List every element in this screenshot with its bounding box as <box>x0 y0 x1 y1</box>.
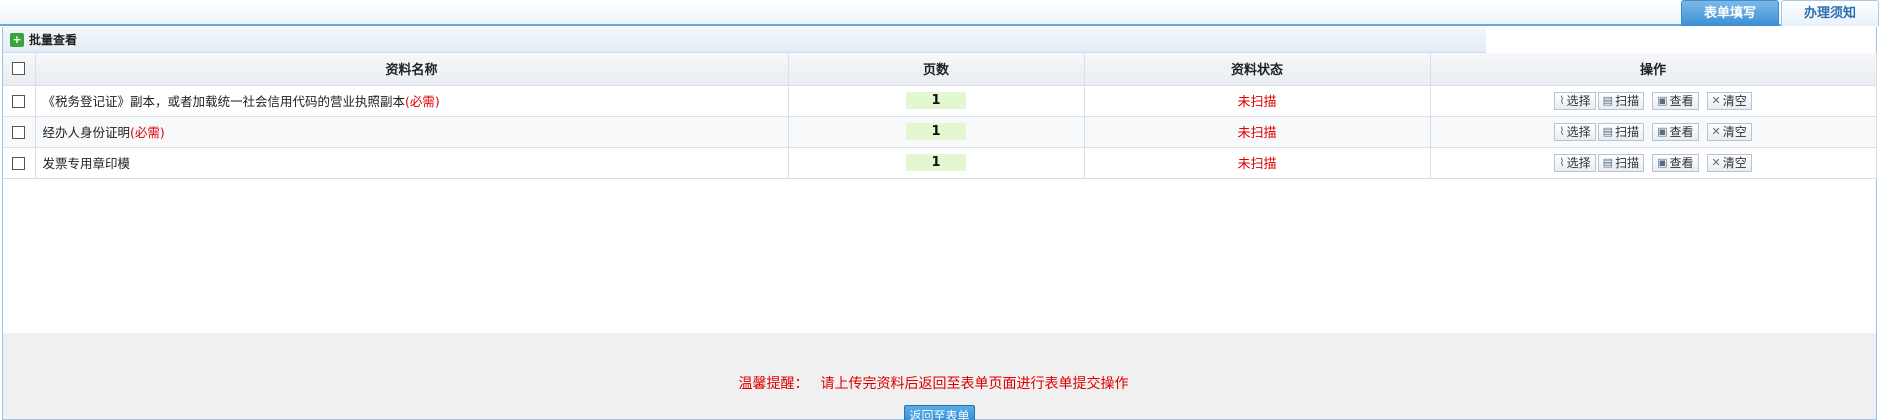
view-button[interactable]: ▣ 查看 <box>1652 91 1699 110</box>
paperclip-icon: ⌇ <box>1559 94 1565 107</box>
row-checkbox[interactable] <box>12 126 26 139</box>
clear-button[interactable]: ✕ 清空 <box>1706 153 1752 172</box>
reminder-notice: 温馨提醒： 请上传完资料后返回至表单页面进行表单提交操作 <box>3 373 1876 393</box>
material-name: 发票专用章印模 <box>42 156 131 171</box>
select-button[interactable]: ⌇ 选择 <box>1554 153 1596 172</box>
scan-button[interactable]: ▤ 扫描 <box>1597 122 1645 141</box>
select-button[interactable]: ⌇ 选择 <box>1554 122 1596 141</box>
close-icon: ✕ <box>1711 94 1721 107</box>
scanner-icon: ▤ <box>1602 156 1614 169</box>
select-button[interactable]: ⌇ 选择 <box>1554 91 1596 110</box>
preview-icon: ▣ <box>1657 94 1668 107</box>
scan-button[interactable]: ▤ 扫描 <box>1597 153 1645 172</box>
required-tag: (必需) <box>130 125 165 140</box>
table-row: 经办人身份证明(必需) 1 未扫描 ⌇ 选择 ▤ 扫描 ▣ 查看 ✕ 清空 <box>3 116 1877 148</box>
view-button[interactable]: ▣ 查看 <box>1652 153 1699 172</box>
tab-instructions[interactable]: 办理须知 <box>1780 0 1879 26</box>
scan-status: 未扫描 <box>1237 95 1277 110</box>
page-count: 1 <box>906 154 966 171</box>
table-row: 《税务登记证》副本，或者加载统一社会信用代码的营业执照副本(必需) 1 未扫描 … <box>3 85 1877 117</box>
scan-status: 未扫描 <box>1237 126 1277 141</box>
preview-icon: ▣ <box>1657 125 1668 138</box>
header-status: 资料状态 <box>1084 53 1431 86</box>
close-icon: ✕ <box>1711 156 1721 169</box>
clear-button[interactable]: ✕ 清空 <box>1706 91 1752 110</box>
add-square-icon: + <box>10 32 24 47</box>
row-checkbox[interactable] <box>12 95 26 108</box>
clear-button[interactable]: ✕ 清空 <box>1706 122 1752 141</box>
header-pages: 页数 <box>788 53 1085 86</box>
preview-icon: ▣ <box>1657 156 1668 169</box>
footer-area: 温馨提醒： 请上传完资料后返回至表单页面进行表单提交操作 返回至表单 <box>3 333 1876 420</box>
table-row: 发票专用章印模 1 未扫描 ⌇ 选择 ▤ 扫描 ▣ 查看 ✕ 清空 <box>3 147 1877 179</box>
notice-label: 温馨提醒： <box>738 376 809 392</box>
header-ops: 操作 <box>1430 53 1877 86</box>
paperclip-icon: ⌇ <box>1559 125 1565 138</box>
scanner-icon: ▤ <box>1602 125 1614 138</box>
back-to-form-button[interactable]: 返回至表单 <box>904 405 975 420</box>
select-all-cell <box>3 53 36 86</box>
material-name: 经办人身份证明 <box>42 125 131 140</box>
scan-status: 未扫描 <box>1237 157 1277 172</box>
materials-table: 资料名称 页数 资料状态 操作 《税务登记证》副本，或者加载统一社会信用代码的营… <box>3 53 1877 179</box>
page-count: 1 <box>906 92 966 109</box>
header-name: 资料名称 <box>35 53 789 86</box>
top-tab-strip: 表单填写 办理须知 <box>0 0 1879 26</box>
panel-header: + 批量查看 <box>3 27 1486 53</box>
close-icon: ✕ <box>1711 125 1721 138</box>
batch-view-panel: + 批量查看 资料名称 页数 资料状态 操作 《税务登记证》副本，或者加载统一社… <box>2 27 1877 420</box>
page-count: 1 <box>906 123 966 140</box>
required-tag: (必需) <box>405 94 440 109</box>
tab-form-fill[interactable]: 表单填写 <box>1680 0 1779 26</box>
tab-bar: 表单填写 办理须知 <box>1679 0 1879 26</box>
panel-title: 批量查看 <box>29 33 78 47</box>
table-header-row: 资料名称 页数 资料状态 操作 <box>3 53 1877 86</box>
material-name: 《税务登记证》副本，或者加载统一社会信用代码的营业执照副本 <box>42 94 406 109</box>
scanner-icon: ▤ <box>1602 94 1614 107</box>
row-checkbox[interactable] <box>12 157 26 170</box>
view-button[interactable]: ▣ 查看 <box>1652 122 1699 141</box>
paperclip-icon: ⌇ <box>1559 156 1565 169</box>
select-all-checkbox[interactable] <box>12 62 26 76</box>
scan-button[interactable]: ▤ 扫描 <box>1597 91 1645 110</box>
notice-text: 请上传完资料后返回至表单页面进行表单提交操作 <box>820 376 1129 392</box>
